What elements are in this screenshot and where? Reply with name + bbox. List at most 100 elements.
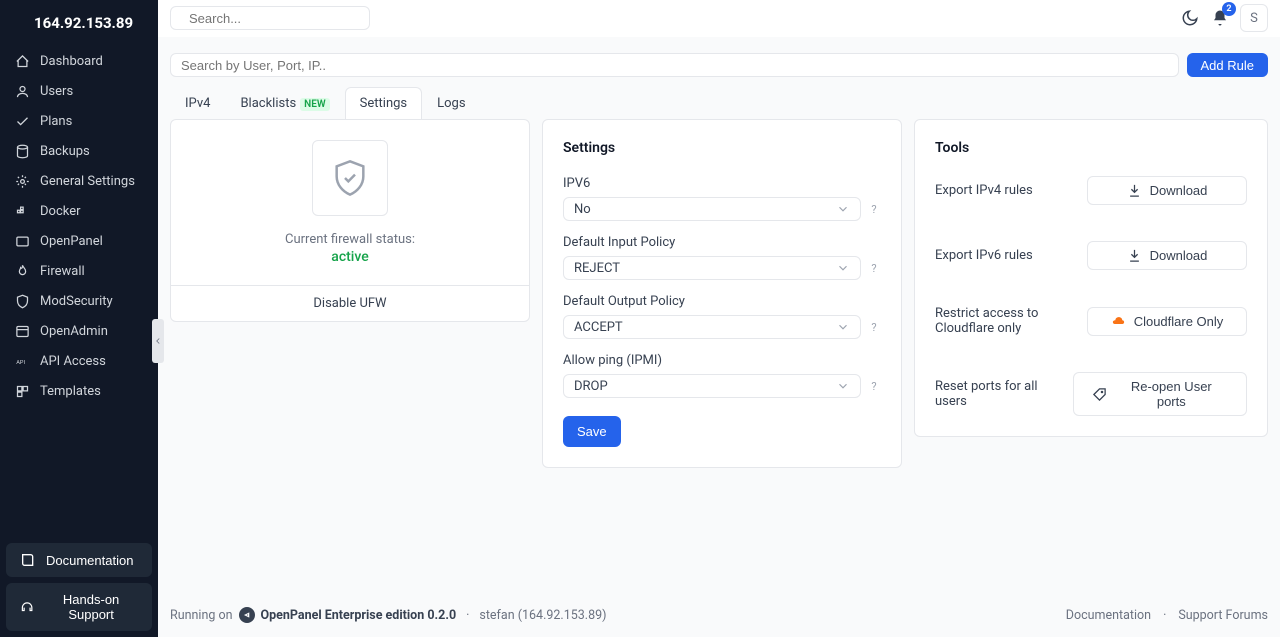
sidebar-item-docker[interactable]: Docker: [0, 196, 158, 226]
window-icon: [14, 323, 30, 339]
sidebar-item-label: API Access: [40, 354, 106, 369]
rule-search-input[interactable]: [170, 53, 1179, 77]
settings-card: Settings IPV6 No? Default Input Policy R…: [542, 119, 902, 468]
notif-badge: 2: [1222, 2, 1236, 16]
footer-running: Running on: [170, 608, 233, 623]
output-policy-select[interactable]: ACCEPT: [563, 315, 861, 339]
status-card: Current firewall status: active Disable …: [170, 119, 530, 322]
global-search[interactable]: [170, 6, 370, 30]
footer-forums-link[interactable]: Support Forums: [1178, 608, 1268, 623]
sidebar-item-modsecurity[interactable]: ModSecurity: [0, 286, 158, 316]
sidebar-item-api-access[interactable]: API API Access: [0, 346, 158, 376]
status-label: Current firewall status:: [285, 232, 415, 247]
footer-docs-link[interactable]: Documentation: [1066, 608, 1151, 623]
search-input[interactable]: [189, 11, 365, 26]
add-rule-button[interactable]: Add Rule: [1187, 53, 1268, 77]
sidebar-nav: Dashboard Users Plans Backups General Se…: [0, 40, 158, 537]
new-badge: NEW: [300, 98, 330, 111]
tab-logs[interactable]: Logs: [422, 87, 480, 119]
ping-select[interactable]: DROP: [563, 374, 861, 398]
help-icon[interactable]: ?: [867, 261, 881, 275]
sidebar-item-openpanel[interactable]: OpenPanel: [0, 226, 158, 256]
topbar: 2 S: [158, 0, 1280, 37]
save-button[interactable]: Save: [563, 416, 621, 447]
settings-title: Settings: [563, 140, 881, 156]
chevron-left-icon: [153, 336, 163, 346]
disable-ufw-button[interactable]: Disable UFW: [171, 286, 529, 321]
sidebar-item-openadmin[interactable]: OpenAdmin: [0, 316, 158, 346]
svg-text:API: API: [16, 360, 25, 366]
sidebar-collapse-toggle[interactable]: [152, 319, 164, 363]
chevron-down-icon: [836, 261, 850, 275]
help-icon[interactable]: ?: [867, 202, 881, 216]
sidebar: 164.92.153.89 Dashboard Users Plans Back…: [0, 0, 158, 637]
notifications-button[interactable]: 2: [1210, 8, 1230, 28]
headset-icon: [20, 599, 34, 615]
sidebar-item-label: Firewall: [40, 264, 85, 279]
support-button[interactable]: Hands-on Support: [6, 583, 152, 631]
export-ipv6-label: Export IPv6 rules: [935, 248, 1033, 263]
sidebar-item-general-settings[interactable]: General Settings: [0, 166, 158, 196]
sidebar-item-backups[interactable]: Backups: [0, 136, 158, 166]
shield-icon: [14, 293, 30, 309]
tab-ipv4[interactable]: IPv4: [170, 87, 225, 119]
panel-icon: [14, 233, 30, 249]
database-icon: [14, 143, 30, 159]
template-icon: [14, 383, 30, 399]
home-icon: [14, 53, 30, 69]
reset-label: Reset ports for all users: [935, 379, 1073, 409]
sidebar-ip: 164.92.153.89: [0, 0, 158, 40]
help-icon[interactable]: ?: [867, 320, 881, 334]
sidebar-item-firewall[interactable]: Firewall: [0, 256, 158, 286]
plans-icon: [14, 113, 30, 129]
status-value: active: [331, 249, 368, 265]
openpanel-logo-icon: [239, 607, 255, 623]
tab-blacklists[interactable]: BlacklistsNEW: [225, 87, 344, 119]
sidebar-item-label: General Settings: [40, 174, 135, 189]
documentation-button[interactable]: Documentation: [6, 543, 152, 577]
tabs: IPv4 BlacklistsNEW Settings Logs: [170, 87, 1268, 119]
sidebar-item-dashboard[interactable]: Dashboard: [0, 46, 158, 76]
sidebar-item-label: Dashboard: [40, 54, 103, 69]
input-policy-label: Default Input Policy: [563, 235, 881, 250]
theme-toggle[interactable]: [1180, 8, 1200, 28]
sidebar-item-label: Users: [40, 84, 73, 99]
gear-icon: [14, 173, 30, 189]
tools-card: Tools Export IPv4 rules Download Export …: [914, 119, 1268, 437]
download-icon: [1127, 183, 1142, 198]
ipv6-label: IPV6: [563, 176, 881, 191]
user-avatar[interactable]: S: [1240, 4, 1268, 32]
ipv6-select[interactable]: No: [563, 197, 861, 221]
sidebar-bottom: Documentation Hands-on Support: [0, 537, 158, 637]
book-icon: [20, 552, 36, 568]
download-ipv4-button[interactable]: Download: [1087, 176, 1247, 205]
sidebar-item-label: OpenPanel: [40, 234, 103, 249]
reopen-ports-button[interactable]: Re-open User ports: [1073, 372, 1247, 416]
sidebar-item-plans[interactable]: Plans: [0, 106, 158, 136]
sidebar-item-users[interactable]: Users: [0, 76, 158, 106]
sidebar-item-label: Plans: [40, 114, 72, 129]
input-policy-select[interactable]: REJECT: [563, 256, 861, 280]
cloudflare-only-button[interactable]: Cloudflare Only: [1087, 307, 1247, 336]
sidebar-item-templates[interactable]: Templates: [0, 376, 158, 406]
sidebar-item-label: OpenAdmin: [40, 324, 108, 339]
tab-settings[interactable]: Settings: [345, 87, 422, 119]
api-icon: API: [14, 353, 30, 369]
download-ipv6-button[interactable]: Download: [1087, 241, 1247, 270]
sidebar-item-label: Templates: [40, 384, 101, 399]
download-icon: [1127, 248, 1142, 263]
cloudflare-label: Restrict access to Cloudflare only: [935, 306, 1087, 336]
tag-icon: [1092, 387, 1107, 402]
help-icon[interactable]: ?: [867, 379, 881, 393]
moon-icon: [1181, 9, 1199, 27]
sidebar-item-label: Backups: [40, 144, 90, 159]
footer-product: OpenPanel Enterprise edition 0.2.0: [261, 608, 457, 623]
users-icon: [14, 83, 30, 99]
docker-icon: [14, 203, 30, 219]
footer: Running on OpenPanel Enterprise edition …: [158, 593, 1280, 637]
chevron-down-icon: [836, 202, 850, 216]
ping-label: Allow ping (IPMI): [563, 353, 881, 368]
flame-icon: [14, 263, 30, 279]
output-policy-label: Default Output Policy: [563, 294, 881, 309]
sidebar-item-label: ModSecurity: [40, 294, 113, 309]
